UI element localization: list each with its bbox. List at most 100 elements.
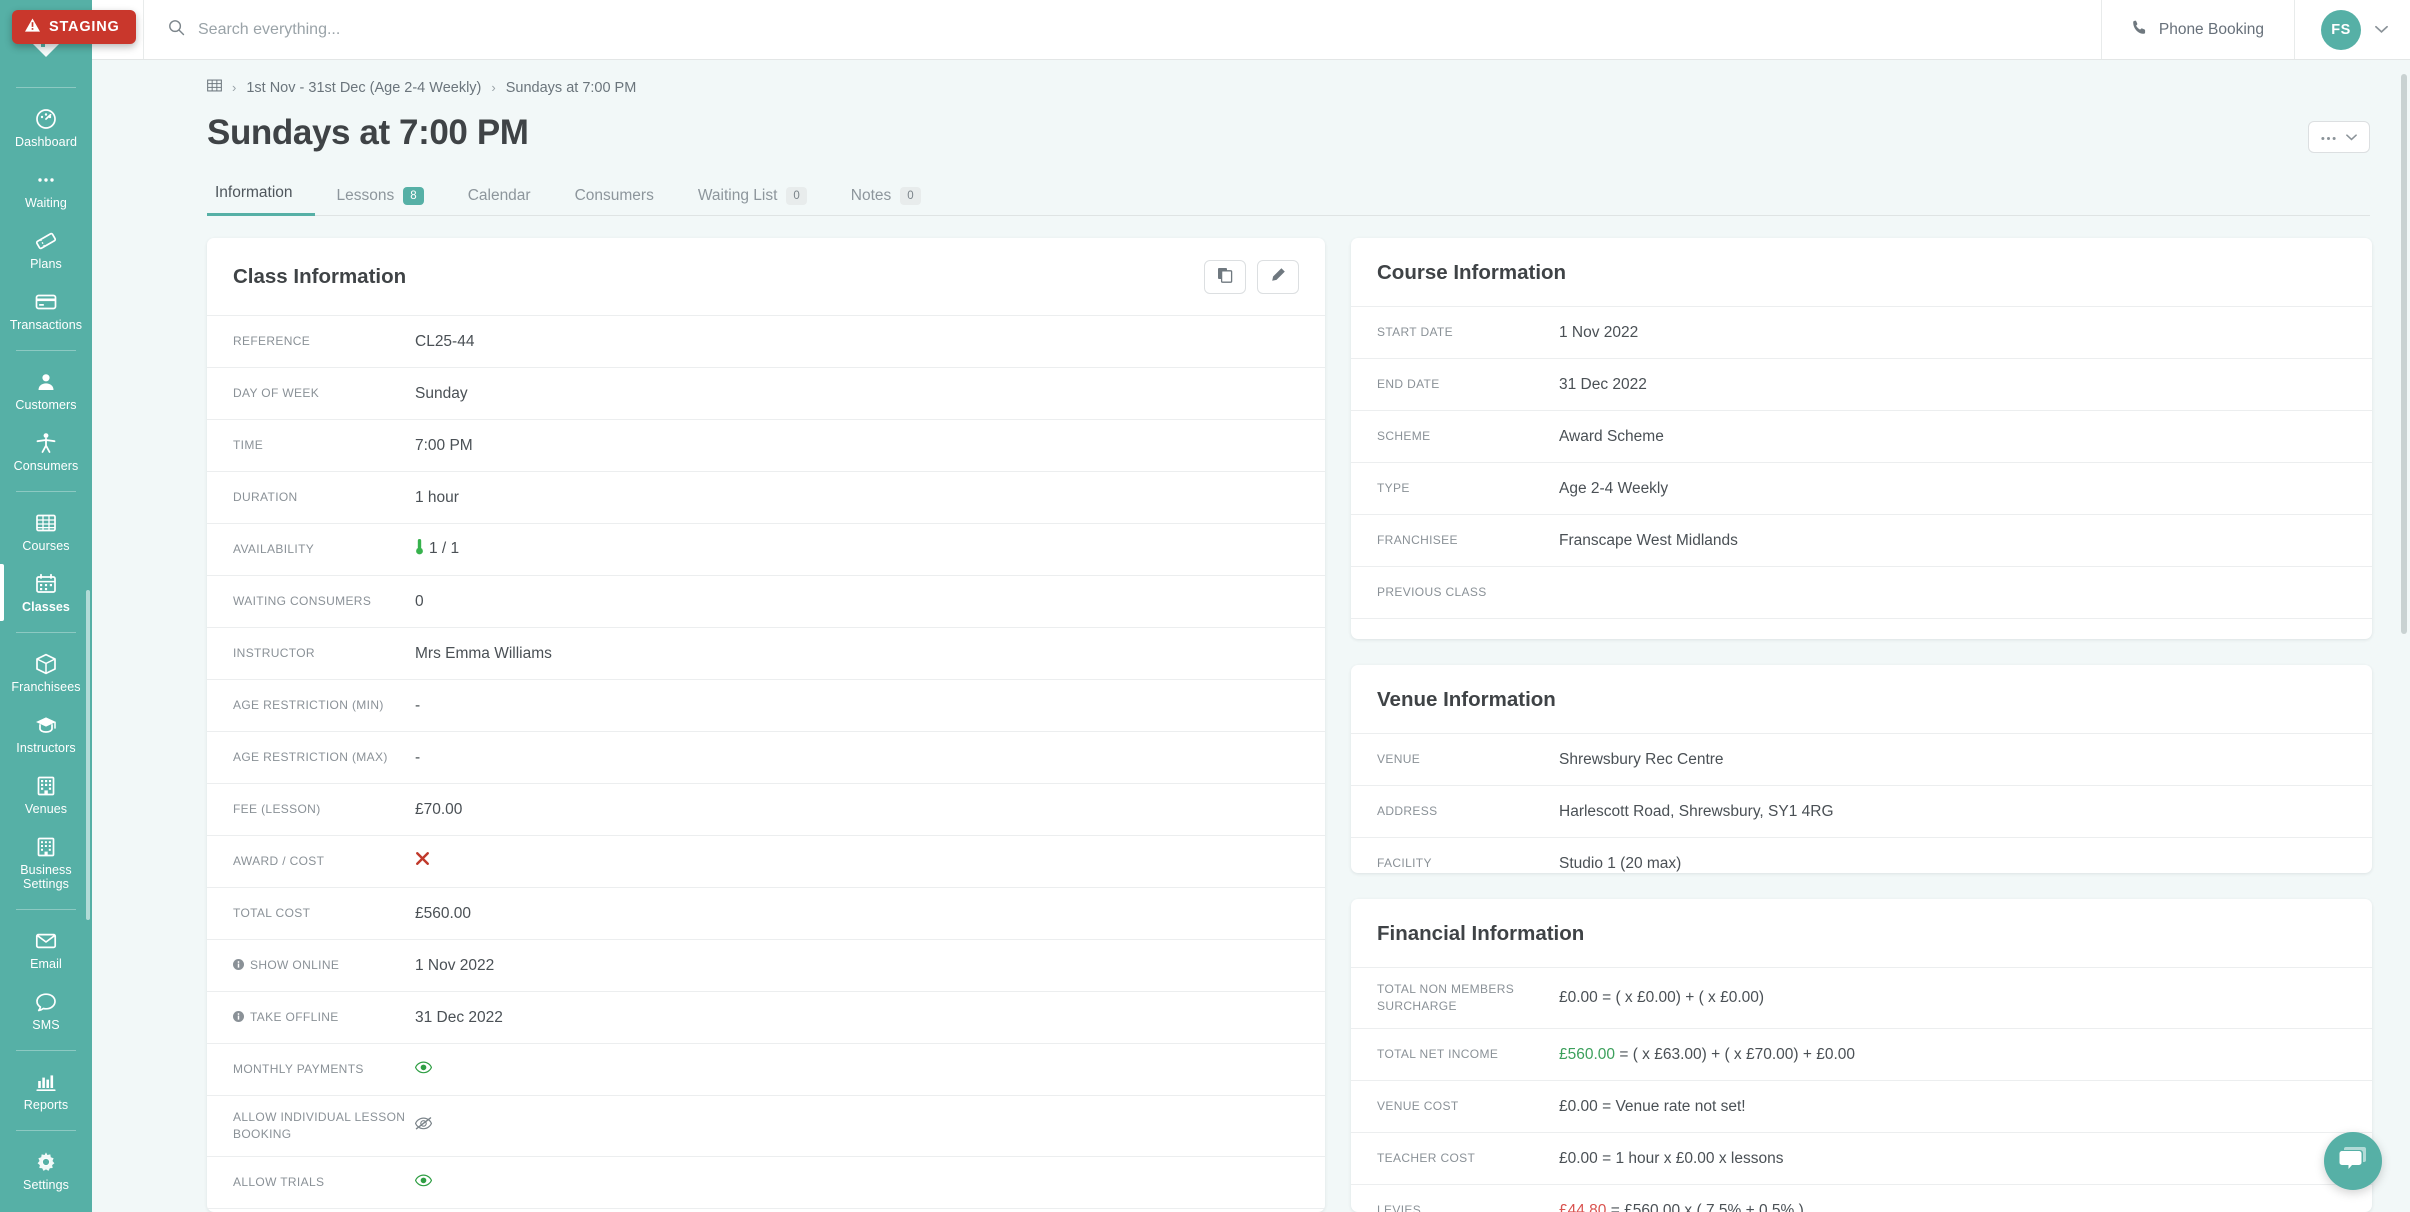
sidebar-item-dashboard[interactable]: Dashboard (0, 97, 92, 158)
sidebar-item-reports[interactable]: Reports (0, 1060, 92, 1121)
sidebar-item-label: Instructors (16, 741, 76, 755)
row-value: 1 hour (415, 488, 459, 508)
tab-badge: 8 (403, 187, 424, 205)
bar-chart-icon (35, 1071, 57, 1092)
row-value-text: £0.00 = ( x £0.00) + ( x £0.00) (1559, 989, 1765, 1007)
tab-calendar[interactable]: Calendar (446, 179, 553, 216)
row-label: START DATE (1377, 324, 1559, 341)
chevron-down-icon (2346, 128, 2357, 146)
edit-button[interactable] (1257, 260, 1299, 294)
page-scrollbar-thumb[interactable] (2401, 74, 2407, 634)
row-label: ALLOW TRIALS (233, 1174, 415, 1191)
search-input[interactable] (198, 0, 2101, 59)
tab-notes[interactable]: Notes 0 (829, 179, 943, 216)
sidebar-item-venues[interactable]: Venues (0, 764, 92, 825)
tab-waiting-list[interactable]: Waiting List 0 (676, 179, 829, 216)
row-label-text: SHOW ONLINE (250, 957, 340, 972)
more-actions-button[interactable] (2308, 121, 2370, 153)
sidebar-item-email[interactable]: Email (0, 919, 92, 980)
row-value: Studio 1 (20 max) (1559, 854, 1681, 873)
row-label-text: TEACHER COST (1377, 1151, 1476, 1166)
sidebar-item-customers[interactable]: Customers (0, 360, 92, 421)
row-label: INSTRUCTOR (233, 645, 415, 662)
sidebar-item-label: Consumers (13, 459, 79, 473)
venue-information-header: Venue Information (1351, 665, 2372, 733)
row-value (414, 1060, 433, 1080)
row-value: Franscape West Midlands (1559, 531, 1738, 551)
chevron-down-icon (2375, 21, 2388, 39)
row-value: - (415, 748, 420, 768)
row-label: ADDRESS (1377, 803, 1559, 820)
row-allow-individual-lesson-booking: ALLOW INDIVIDUAL LESSON BOOKING (207, 1095, 1325, 1156)
row-label: AGE RESTRICTION (MAX) (233, 749, 415, 766)
row-value-text: = £560.00 x ( 7.5% + 0.5% ) (1606, 1201, 1804, 1212)
tab-lessons[interactable]: Lessons 8 (315, 179, 446, 216)
sidebar-item-waiting[interactable]: Waiting (0, 158, 92, 219)
app-root: Dashboard Waiting Plans Transactions Custome… (0, 0, 2410, 1212)
user-menu[interactable]: FS (2295, 0, 2410, 59)
row-label-text: ALLOW TRIALS (233, 1175, 325, 1189)
row-value-lead: £560.00 (1559, 1045, 1616, 1063)
page-header: › 1st Nov - 31st Dec (Age 2-4 Weekly) › … (92, 60, 2410, 216)
phone-icon (2132, 19, 2148, 40)
copy-button[interactable] (1204, 260, 1246, 294)
sidebar-item-franchisees[interactable]: Franchisees (0, 642, 92, 703)
nav-divider (16, 491, 76, 492)
row-duration: DURATION 1 hour (207, 471, 1325, 523)
class-information-actions (1204, 260, 1299, 294)
eye-visible-icon (414, 1061, 433, 1078)
sidebar-item-label: Waiting (25, 196, 67, 210)
cross-icon (415, 852, 430, 870)
sidebar-item-label: Settings (23, 1178, 69, 1192)
row-value-text: CL25-44 (415, 332, 475, 350)
row-label: PREVIOUS CLASS (1377, 584, 1559, 601)
sidebar-item-business-settings[interactable]: Business Settings (0, 825, 92, 900)
sidebar-item-instructors[interactable]: Instructors (0, 703, 92, 764)
search-icon (168, 19, 185, 41)
phone-booking-button[interactable]: Phone Booking (2102, 0, 2295, 59)
row-label-text: TAKE OFFLINE (250, 1009, 339, 1024)
sidebar-item-consumers[interactable]: Consumers (0, 421, 92, 482)
tab-label: Information (215, 184, 293, 201)
breadcrumb-item-class[interactable]: Sundays at 7:00 PM (506, 80, 637, 96)
tab-label: Calendar (467, 187, 531, 204)
row-label: DAY OF WEEK (233, 385, 415, 402)
sidebar-item-settings[interactable]: Settings (0, 1140, 92, 1201)
sidebar-item-courses[interactable]: Courses (0, 501, 92, 562)
sidebar-item-classes[interactable]: Classes (0, 562, 92, 623)
row-teacher-cost: TEACHER COST £0.00 = 1 hour x £0.00 x les… (1351, 1132, 2372, 1184)
row-age-restriction-max: AGE RESTRICTION (MAX) - (207, 731, 1325, 783)
page-scrollbar[interactable] (2400, 62, 2408, 1212)
row-availability: AVAILABILITY 1 / 1 (207, 523, 1325, 575)
tab-information[interactable]: Information (207, 176, 315, 216)
breadcrumb-separator: › (491, 80, 496, 95)
thermometer-icon (415, 538, 424, 561)
row-value-text: 7:00 PM (415, 436, 473, 454)
row-type: TYPE Age 2-4 Weekly (1351, 462, 2372, 514)
chat-widget-button[interactable] (2324, 1132, 2382, 1190)
sidebar-item-transactions[interactable]: Transactions (0, 280, 92, 341)
row-label-text: DAY OF WEEK (233, 386, 320, 400)
row-label-text: AWARD / COST (233, 854, 325, 868)
ticket-icon (35, 230, 57, 251)
sidebar-item-sms[interactable]: SMS (0, 980, 92, 1041)
row-value-text: Award Scheme (1559, 427, 1664, 445)
row-label: AWARD / COST (233, 853, 415, 870)
sidebar-item-plans[interactable]: Plans (0, 219, 92, 280)
row-label: TOTAL NON MEMBERS SURCHARGE (1377, 981, 1559, 1015)
staging-label: STAGING (49, 19, 120, 35)
row-label-text: DURATION (233, 490, 298, 504)
page-title-row: Sundays at 7:00 PM (207, 97, 2410, 153)
financial-information-rows: TOTAL NON MEMBERS SURCHARGE £0.00 = ( x £… (1351, 967, 2372, 1212)
global-search[interactable] (144, 0, 2102, 59)
tab-bar: Information Lessons 8 Calendar Consumers Wait… (207, 175, 2370, 216)
row-label-text: NEXT CLASS (1377, 636, 1455, 639)
tab-consumers[interactable]: Consumers (553, 179, 676, 216)
ellipsis-icon (2321, 128, 2336, 146)
grid-icon[interactable] (207, 78, 222, 97)
breadcrumb-item-course[interactable]: 1st Nov - 31st Dec (Age 2-4 Weekly) (246, 80, 481, 96)
page-title: Sundays at 7:00 PM (207, 113, 529, 152)
tab-badge: 0 (786, 187, 807, 205)
sidebar-scrollbar-thumb[interactable] (86, 590, 90, 920)
row-label-text: PREVIOUS CLASS (1377, 585, 1487, 599)
